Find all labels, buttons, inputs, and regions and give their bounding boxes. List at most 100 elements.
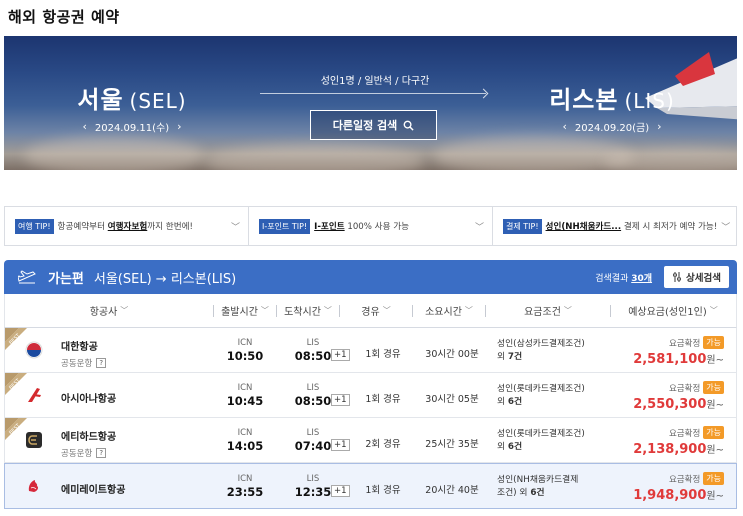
- fare-condition[interactable]: 성인(NH채움카드결제 조건) 외 6건: [497, 474, 617, 500]
- duration: 30시간 00분: [425, 349, 479, 360]
- chevron-down-icon: ﹀: [260, 306, 269, 315]
- next-day-badge: +1: [331, 485, 350, 497]
- available-badge: 가능: [703, 381, 724, 394]
- plane-takeoff-icon: [18, 270, 36, 284]
- arrival: LIS 07:40: [294, 428, 332, 453]
- fare-condition[interactable]: 성인(롯데카드결제조건) 외 6건: [497, 428, 617, 454]
- route-label: 서울(SEL) → 리스본(LIS): [93, 271, 237, 287]
- flight-row[interactable]: BEST 에티하드항공 공동운항? ICN 14:05 LIS 07:40 +1 2…: [4, 418, 737, 463]
- departure: ICN 10:45: [226, 383, 264, 408]
- page-title: 해외 항공권 예약: [8, 8, 120, 26]
- sort-via[interactable]: 경유 ﹀: [340, 303, 412, 318]
- detail-search-button[interactable]: 상세검색: [664, 266, 729, 288]
- tip-payment[interactable]: 결제 TIP! 성인(NH채움카드... 결제 시 최저가 예약 가능! ﹀: [493, 207, 736, 245]
- departure: ICN 14:05: [226, 428, 264, 453]
- dest-next-date-icon[interactable]: ›: [657, 120, 661, 133]
- fare-condition[interactable]: 성인(삼성카드결제조건) 외 7건: [497, 338, 617, 364]
- airline-info: 에미레이트항공: [61, 481, 125, 496]
- sort-airline[interactable]: 항공사 ﹀: [5, 303, 213, 318]
- detail-search-label: 상세검색: [686, 273, 721, 284]
- duration: 20시간 40분: [425, 485, 479, 496]
- best-ribbon-icon: BEST: [5, 418, 27, 440]
- stops: 1회 경유: [365, 349, 401, 360]
- sort-fare[interactable]: 예상요금(성인1인) ﹀: [611, 303, 735, 318]
- next-day-badge: +1: [331, 394, 350, 406]
- tip-text: 성인(NH채움카드... 결제 시 최저가 예약 가능!: [545, 222, 718, 232]
- available-badge: 가능: [703, 472, 724, 485]
- chevron-down-icon: ﹀: [382, 306, 391, 315]
- airline-info: 아시아나항공: [61, 390, 116, 405]
- asiana-logo-icon: [28, 388, 41, 402]
- chevron-down-icon: ﹀: [230, 222, 240, 233]
- price: 2,138,900: [633, 442, 707, 457]
- chevron-down-icon: ﹀: [474, 222, 484, 233]
- sort-condition[interactable]: 요금조건 ﹀: [486, 303, 610, 318]
- flight-row[interactable]: 에미레이트항공 ICN 23:55 LIS 12:35 +1 1회 경유 20시간 …: [4, 463, 737, 509]
- chevron-down-icon: ﹀: [464, 306, 473, 315]
- origin-date-row: ‹ 2024.09.11(수) ›: [70, 119, 194, 134]
- destination-city: 리스본 (LIS) ‹ 2024.09.20(금) ›: [544, 80, 680, 134]
- origin-next-date-icon[interactable]: ›: [177, 120, 181, 133]
- arrival: LIS 12:35: [294, 474, 332, 499]
- origin-city: 서울 (SEL) ‹ 2024.09.11(수) ›: [70, 80, 194, 134]
- arrival: LIS 08:50: [294, 338, 332, 363]
- origin-prev-date-icon[interactable]: ‹: [82, 120, 86, 133]
- price: 2,550,300: [633, 397, 707, 412]
- search-icon: [403, 120, 414, 131]
- filter-icon: [673, 272, 681, 282]
- flight-row[interactable]: BEST 아시아나항공 ICN 10:45 LIS 08:50 +1 1회 경유 3…: [4, 373, 737, 418]
- tip-tag: 여행 TIP!: [15, 218, 54, 234]
- best-ribbon-icon: BEST: [5, 328, 27, 350]
- other-schedule-search-button[interactable]: 다른일정 검색: [310, 110, 437, 140]
- origin-date: 2024.09.11(수): [94, 123, 170, 134]
- next-day-badge: +1: [331, 349, 350, 361]
- stops: 1회 경유: [365, 485, 401, 496]
- price: 2,581,100: [633, 352, 707, 367]
- dest-prev-date-icon[interactable]: ‹: [562, 120, 566, 133]
- departure: ICN 23:55: [226, 474, 264, 499]
- airline-name: 에미레이트항공: [61, 485, 126, 496]
- fare[interactable]: 요금확정 가능 2,138,900원~: [633, 426, 724, 457]
- origin-name: 서울: [77, 86, 124, 114]
- chevron-down-icon: ﹀: [721, 222, 731, 233]
- duration: 25시간 35분: [425, 439, 479, 450]
- dest-date-row: ‹ 2024.09.20(금) ›: [544, 119, 680, 134]
- route-hero-banner: 서울 (SEL) ‹ 2024.09.11(수) › 성인1명 / 일반석 / 다…: [4, 36, 737, 170]
- fare-condition[interactable]: 성인(롯데카드결제조건) 외 6건: [497, 383, 617, 409]
- stops: 1회 경유: [365, 394, 401, 405]
- chevron-down-icon: ﹀: [323, 306, 332, 315]
- origin-code: (SEL): [129, 89, 187, 113]
- tip-text: 항공예약부터 여행자보험까지 한번에!: [57, 222, 193, 232]
- flight-list: BEST 대한항공 공동운항? ICN 10:50 LIS 08:50 +1 1회 …: [4, 328, 737, 509]
- fare[interactable]: 요금확정 가능 2,550,300원~: [633, 381, 724, 412]
- stops: 2회 경유: [365, 439, 401, 450]
- dest-name: 리스본: [549, 86, 619, 114]
- best-ribbon-icon: BEST: [5, 373, 27, 395]
- flight-row[interactable]: BEST 대한항공 공동운항? ICN 10:50 LIS 08:50 +1 1회 …: [4, 328, 737, 373]
- fare[interactable]: 요금확정 가능 1,948,900원~: [633, 472, 724, 503]
- sort-depart[interactable]: 출발시간 ﹀: [214, 303, 276, 318]
- sort-arrive[interactable]: 도착시간 ﹀: [277, 303, 339, 318]
- sort-header: 항공사 ﹀ 출발시간 ﹀ 도착시간 ﹀ 경유 ﹀ 소요시간 ﹀ 요금조건 ﹀ 예상요금(성인…: [4, 294, 737, 328]
- fare[interactable]: 요금확정 가능 2,581,100원~: [633, 336, 724, 367]
- tip-text: I-포인트 100% 사용 가능: [314, 222, 410, 232]
- tip-ipoint[interactable]: I-포인트 TIP! I-포인트 100% 사용 가능 ﹀: [249, 207, 493, 245]
- tip-travel[interactable]: 여행 TIP! 항공예약부터 여행자보험까지 한번에! ﹀: [5, 207, 249, 245]
- codeshare: 공동운항?: [61, 447, 116, 459]
- arrival: LIS 08:50: [294, 383, 332, 408]
- help-icon[interactable]: ?: [96, 448, 107, 458]
- airline-name: 에티하드항공: [61, 432, 117, 443]
- chevron-down-icon: ﹀: [563, 306, 572, 315]
- sort-duration[interactable]: 소요시간 ﹀: [413, 303, 485, 318]
- passenger-summary: 성인1명 / 일반석 / 다구간: [320, 76, 430, 87]
- airline-info: 대한항공 공동운항?: [61, 338, 107, 369]
- korean-air-logo-icon: [25, 341, 43, 359]
- chevron-down-icon: ﹀: [709, 306, 718, 315]
- help-icon[interactable]: ?: [96, 358, 107, 368]
- dest-name-row: 리스본 (LIS): [544, 80, 680, 115]
- dest-code: (LIS): [624, 89, 675, 113]
- tips-bar: 여행 TIP! 항공예약부터 여행자보험까지 한번에! ﹀ I-포인트 TIP!…: [4, 206, 737, 246]
- origin-name-row: 서울 (SEL): [70, 80, 194, 115]
- airline-info: 에티하드항공 공동운항?: [61, 428, 116, 459]
- airline-name: 아시아나항공: [61, 394, 117, 405]
